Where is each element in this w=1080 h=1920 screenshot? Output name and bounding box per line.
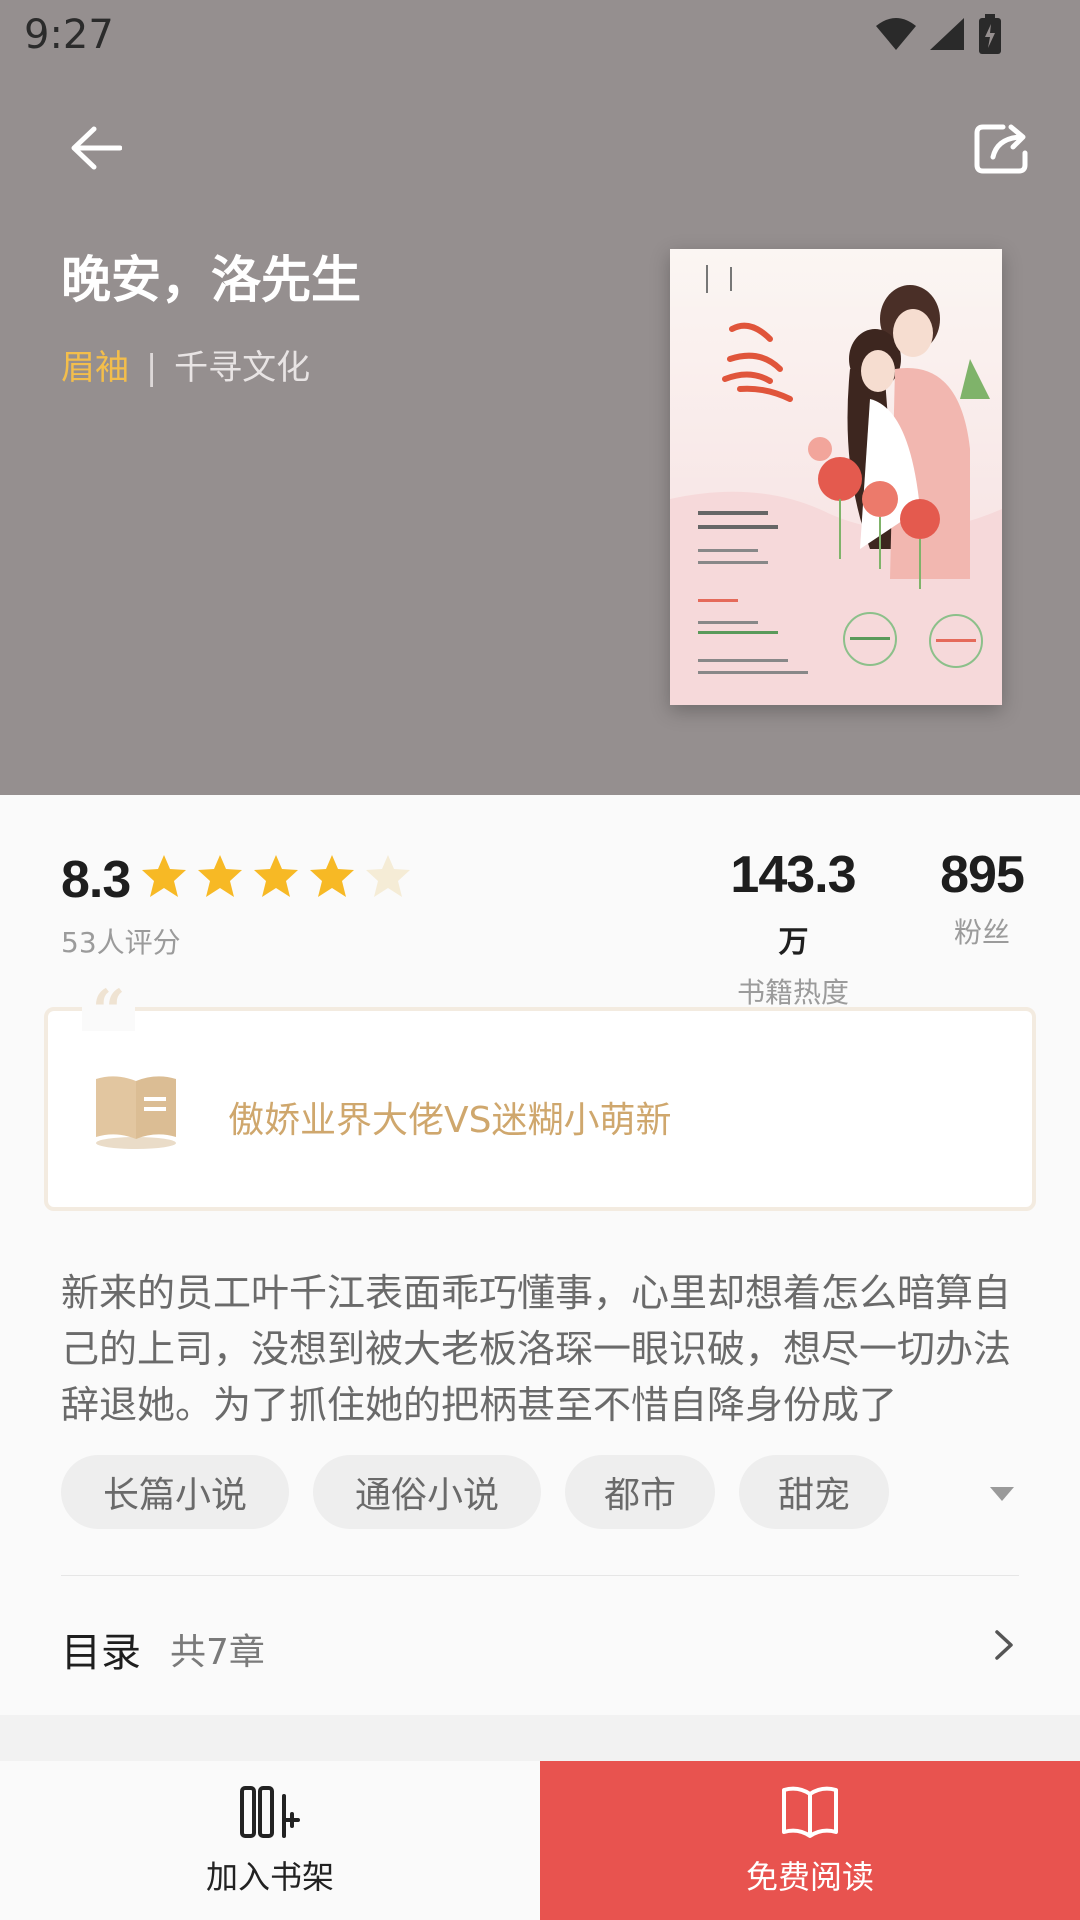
cover-illustration <box>670 249 1002 705</box>
book-meta: 眉袖 | 千寻文化 <box>61 340 310 389</box>
back-button[interactable] <box>66 118 126 178</box>
meta-divider: | <box>145 348 158 388</box>
free-read-label: 免费阅读 <box>745 1857 874 1896</box>
caret-down-icon[interactable] <box>988 1485 1016 1503</box>
highlight-card: 傲娇业界大佬VS迷糊小萌新 <box>44 1007 1036 1211</box>
book-cover[interactable] <box>670 249 1002 705</box>
book-info: 8.3 53人评分 143.3万 书籍热度 895 粉丝 傲娇业界大佬VS迷糊小… <box>0 795 1080 1715</box>
tag-chip[interactable]: 都市 <box>565 1455 715 1529</box>
highlight-text: 傲娇业界大佬VS迷糊小萌新 <box>228 1100 672 1141</box>
wifi-icon <box>876 18 916 50</box>
chapter-count[interactable]: 共7章 <box>170 1623 265 1675</box>
rating-score: 8.3 <box>61 851 131 909</box>
book-detail-screen: 9:27 晚安，洛先生 眉袖 | 千寻文化 8.3 53人评分 143.3万 书… <box>0 0 1080 1920</box>
stat-fans: 895 粉丝 <box>924 845 1040 951</box>
share-icon <box>974 124 1028 174</box>
stat-label: 粉丝 <box>953 916 1010 949</box>
add-to-shelf-label: 加入书架 <box>205 1857 334 1896</box>
tag-chip[interactable]: 长篇小说 <box>61 1455 289 1529</box>
star-icon <box>142 855 186 897</box>
status-time: 9:27 <box>24 12 114 58</box>
arrow-left-icon <box>71 126 122 170</box>
star-empty-icon <box>366 855 410 897</box>
tag-list: 长篇小说 通俗小说 都市 甜宠 <box>61 1455 889 1529</box>
share-button[interactable] <box>970 118 1034 178</box>
open-book-outline-icon <box>782 1786 838 1838</box>
free-read-button[interactable]: 免费阅读 <box>540 1761 1080 1920</box>
add-to-shelf-button[interactable]: 加入书架 <box>0 1761 540 1920</box>
star-icon <box>254 855 298 897</box>
book-header: 9:27 晚安，洛先生 眉袖 | 千寻文化 <box>0 0 1080 795</box>
publisher: 千寻文化 <box>174 348 311 388</box>
book-title: 晚安，洛先生 <box>61 251 361 309</box>
tag-chip[interactable]: 甜宠 <box>739 1455 889 1529</box>
stat-label: 书籍热度 <box>736 976 849 1009</box>
open-book-icon <box>96 1076 176 1149</box>
star-icon <box>198 855 242 897</box>
stat-value: 895 <box>940 846 1025 904</box>
status-bar: 9:27 <box>0 0 1080 72</box>
quote-mark-icon: “ <box>82 982 136 1040</box>
rating-count: 53人评分 <box>61 926 181 959</box>
status-icons <box>876 14 1002 54</box>
signal-icon <box>930 18 964 50</box>
synopsis[interactable]: 新来的员工叶千江表面乖巧懂事，心里却想着怎么暗算自己的上司，没想到被大老板洛琛一… <box>61 1265 1021 1433</box>
battery-icon <box>979 14 1001 54</box>
toc-label[interactable]: 目录 <box>61 1620 141 1678</box>
stat-popularity: 143.3万 书籍热度 <box>718 845 868 1011</box>
bookshelf-add-icon <box>240 1785 300 1838</box>
author-link[interactable]: 眉袖 <box>61 348 129 388</box>
chevron-right-icon[interactable] <box>993 1628 1017 1662</box>
stat-value: 143.3万 <box>730 846 856 959</box>
section-gap <box>0 1715 1080 1761</box>
tag-chip[interactable]: 通俗小说 <box>313 1455 541 1529</box>
rating-stars <box>140 853 412 899</box>
bottom-action-bar: 加入书架 免费阅读 <box>0 1761 1080 1920</box>
star-icon <box>310 855 354 897</box>
divider <box>61 1575 1019 1576</box>
